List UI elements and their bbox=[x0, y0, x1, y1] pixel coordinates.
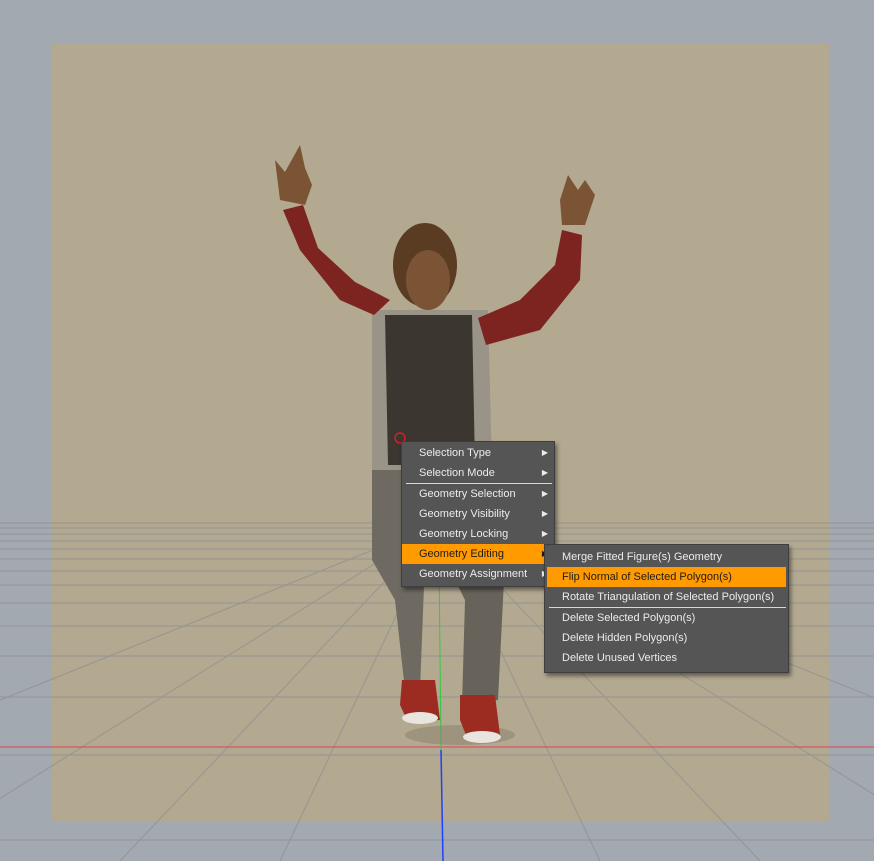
submenu-arrow-icon: ▶ bbox=[541, 509, 548, 518]
menu-item-delete-selected-polygons[interactable]: Delete Selected Polygon(s) bbox=[545, 608, 788, 628]
menu-item-flip-normal[interactable]: Flip Normal of Selected Polygon(s) bbox=[547, 567, 786, 587]
menu-item-selection-type[interactable]: Selection Type ▶ bbox=[402, 443, 554, 463]
z-axis bbox=[440, 749, 444, 861]
y-axis bbox=[438, 559, 442, 751]
3d-viewport[interactable]: Selection Type ▶ Selection Mode ▶ Geomet… bbox=[0, 0, 874, 861]
menu-item-geometry-assignment[interactable]: Geometry Assignment ▶ bbox=[402, 564, 554, 584]
menu-item-geometry-editing[interactable]: Geometry Editing ▶ bbox=[402, 544, 554, 564]
scene-canvas bbox=[0, 145, 874, 861]
submenu-arrow-icon: ▶ bbox=[541, 489, 548, 498]
menu-item-geometry-selection[interactable]: Geometry Selection ▶ bbox=[402, 484, 554, 504]
menu-item-geometry-visibility[interactable]: Geometry Visibility ▶ bbox=[402, 504, 554, 524]
menu-item-delete-unused-vertices[interactable]: Delete Unused Vertices bbox=[545, 648, 788, 668]
submenu-arrow-icon: ▶ bbox=[541, 529, 548, 538]
submenu-arrow-icon: ▶ bbox=[541, 448, 548, 457]
menu-item-geometry-locking[interactable]: Geometry Locking ▶ bbox=[402, 524, 554, 544]
menu-item-delete-hidden-polygons[interactable]: Delete Hidden Polygon(s) bbox=[545, 628, 788, 648]
submenu-arrow-icon: ▶ bbox=[541, 468, 548, 477]
geometry-editing-submenu: Merge Fitted Figure(s) Geometry Flip Nor… bbox=[544, 544, 789, 673]
menu-item-merge-fitted-geometry[interactable]: Merge Fitted Figure(s) Geometry bbox=[545, 547, 788, 567]
geometry-context-menu: Selection Type ▶ Selection Mode ▶ Geomet… bbox=[401, 441, 555, 587]
menu-item-selection-mode[interactable]: Selection Mode ▶ bbox=[402, 463, 554, 483]
menu-item-rotate-triangulation[interactable]: Rotate Triangulation of Selected Polygon… bbox=[545, 587, 788, 607]
